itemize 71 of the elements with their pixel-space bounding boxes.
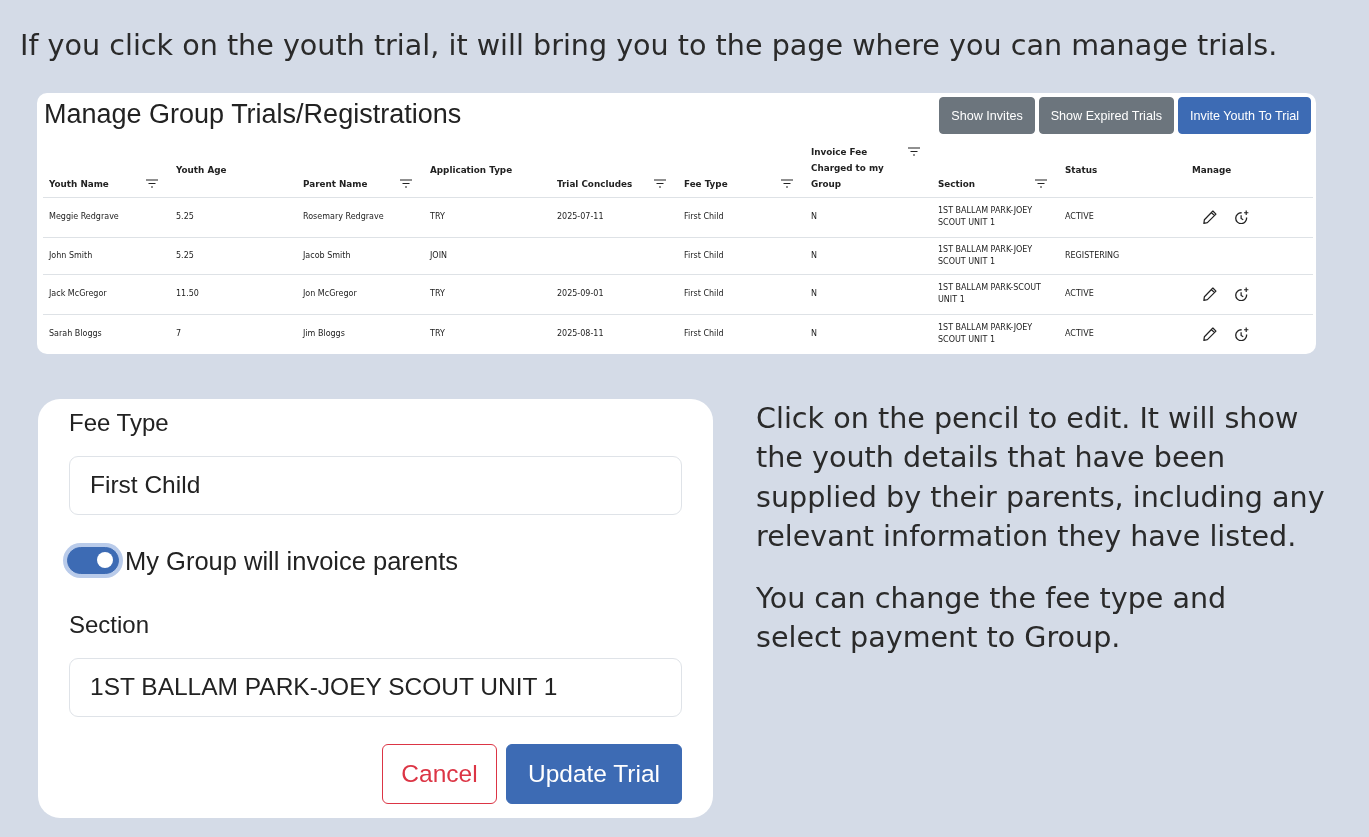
invite-youth-button[interactable]: Invite Youth To Trial [1178, 97, 1311, 134]
column-header: Manage [1192, 163, 1232, 177]
table-cell: N [811, 211, 817, 223]
table-cell: JOIN [430, 249, 447, 262]
table-cell: Jacob Smith [303, 249, 351, 262]
pencil-icon[interactable] [1203, 210, 1217, 224]
show-invites-button[interactable]: Show Invites [939, 97, 1035, 134]
filter-icon[interactable] [654, 178, 666, 188]
explanation-text: Click on the pencil to edit. It will show the youth details that have been supplied by their parents, including any relevant information they have listed. [756, 399, 1326, 555]
column-header: Parent Name [303, 177, 368, 191]
column-header: Fee Type [684, 177, 728, 191]
update-trial-button[interactable]: Update Trial [506, 743, 682, 804]
field-label: Section [69, 609, 150, 640]
table-cell: Sarah Bloggs [49, 328, 102, 340]
table-cell: N [811, 288, 817, 300]
explanation-text: You can change the fee type and select payment to Group. [756, 579, 1228, 656]
table-cell: Meggie Redgrave [49, 211, 119, 223]
table-cell: 2025-07-11 [557, 211, 604, 223]
show-expired-trials-button[interactable]: Show Expired Trials [1038, 97, 1174, 134]
column-header: Trial Concludes [557, 177, 633, 191]
table-cell: 2025-09-01 [557, 288, 604, 300]
table-cell: 2025-08-11 [557, 328, 604, 340]
filter-icon[interactable] [1035, 178, 1047, 188]
table-cell: Jon McGregor [303, 288, 357, 300]
table-cell-text: 1ST BALLAM PARK-SCOUT UNIT 1 [938, 282, 1042, 306]
table-cell: 7 [176, 328, 182, 340]
column-header: Application Type [430, 163, 513, 177]
cancel-button[interactable]: Cancel [382, 743, 497, 804]
table-cell: John Smith [49, 249, 93, 262]
table-cell-text: 1ST BALLAM PARK-JOEY SCOUT UNIT 1 [938, 322, 1034, 346]
column-header: Invoice Fee Charged to my Group [811, 145, 885, 191]
fee-type-field[interactable]: First Child [69, 455, 682, 515]
clock-plus-icon[interactable] [1235, 287, 1249, 301]
table-cell: TRY [430, 211, 445, 223]
table-cell: 5.25 [176, 211, 194, 223]
column-header: Youth Age [176, 163, 227, 177]
filter-icon[interactable] [400, 178, 412, 188]
table-cell: ACTIVE [1065, 288, 1094, 300]
table-cell: N [811, 249, 817, 262]
table-cell: First Child [684, 288, 724, 300]
pencil-icon[interactable] [1203, 287, 1217, 301]
table-cell: First Child [684, 211, 724, 223]
toggle-label: My Group will invoice parents [125, 545, 459, 577]
clock-plus-icon[interactable] [1235, 327, 1249, 341]
section-field[interactable]: 1ST BALLAM PARK-JOEY SCOUT UNIT 1 [69, 657, 682, 717]
pencil-icon[interactable] [1203, 327, 1217, 341]
column-header: Section [938, 177, 976, 191]
table-cell: Jim Bloggs [303, 328, 345, 340]
table-cell: ACTIVE [1065, 328, 1094, 340]
table-cell: First Child [684, 249, 724, 262]
table-cell-text: 1ST BALLAM PARK-JOEY SCOUT UNIT 1 [938, 243, 1034, 268]
page-title: Manage Group Trials/Registrations [44, 98, 462, 130]
table-cell: N [811, 328, 817, 340]
table-cell: First Child [684, 328, 724, 340]
filter-icon[interactable] [908, 146, 920, 156]
field-label: Fee Type [69, 407, 169, 438]
column-header: Status [1065, 163, 1098, 177]
filter-icon[interactable] [146, 178, 158, 188]
table-cell: 5.25 [176, 249, 194, 262]
table-cell-text: 1ST BALLAM PARK-JOEY SCOUT UNIT 1 [938, 205, 1034, 229]
clock-plus-icon[interactable] [1235, 210, 1249, 224]
table-cell: Jack McGregor [49, 288, 107, 300]
table-cell: Rosemary Redgrave [303, 211, 384, 223]
table-cell: REGISTERING [1065, 249, 1120, 262]
table-cell: ACTIVE [1065, 211, 1094, 223]
filter-icon[interactable] [781, 178, 793, 188]
intro-text: If you click on the youth trial, it will bring you to the page where you can manage trials. [20, 27, 1278, 63]
table-cell: TRY [430, 288, 445, 300]
table-cell: TRY [430, 328, 445, 340]
table-cell: 11.50 [176, 288, 199, 300]
column-header: Youth Name [49, 177, 109, 191]
